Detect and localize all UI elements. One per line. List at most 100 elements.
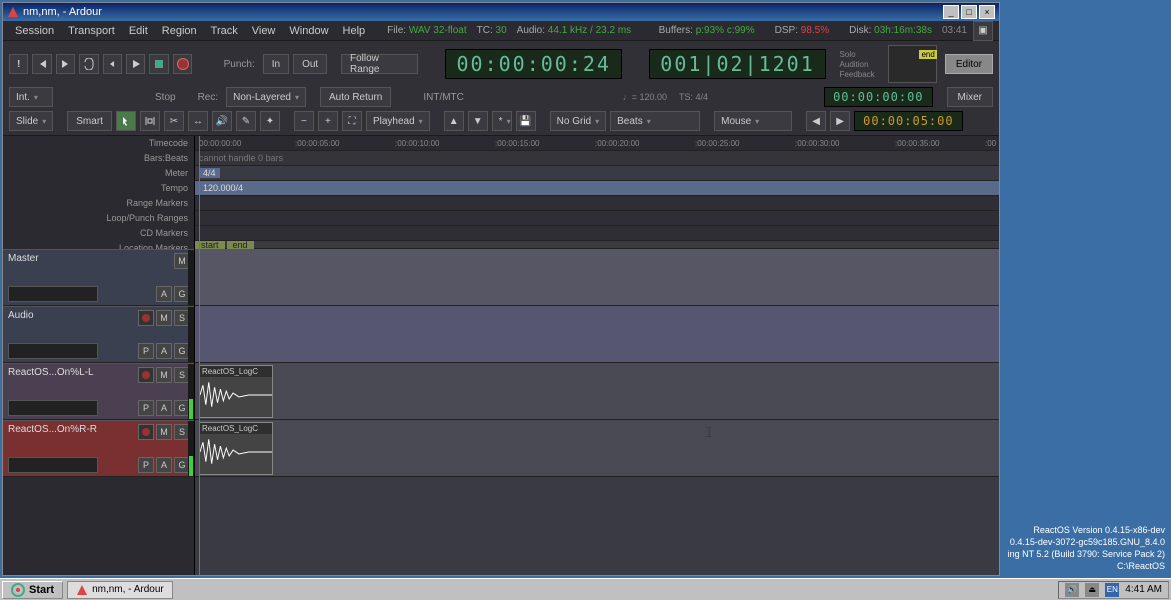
secondary-clock[interactable]: 001|02|1201 [649, 49, 825, 79]
menu-edit[interactable]: Edit [123, 23, 154, 39]
sync-source-dropdown[interactable]: Int. [9, 87, 53, 107]
snap-units-dropdown[interactable]: Beats [610, 111, 700, 131]
snap-mode-dropdown[interactable]: No Grid [550, 111, 606, 131]
play-range-button[interactable] [103, 54, 122, 74]
system-tray[interactable]: 🔊 ⏏ EN 4:41 AM [1058, 581, 1169, 599]
playlist-button[interactable]: P [138, 457, 154, 473]
timeline-canvas[interactable]: 00:00:00:00 :00:00:05:00 :00:00:10:00 :0… [195, 136, 999, 575]
automation-button[interactable]: A [156, 400, 172, 416]
ruler-meter[interactable]: 4/4 [195, 166, 999, 181]
usb-icon[interactable]: ⏏ [1085, 583, 1099, 597]
expand-tracks-button[interactable]: ▲ [444, 111, 464, 131]
ruler-range-markers[interactable] [195, 196, 999, 211]
punch-out-button[interactable]: Out [293, 54, 327, 74]
fader[interactable] [8, 457, 98, 473]
automation-button[interactable]: A [156, 286, 172, 302]
rec-enable-button[interactable] [138, 367, 154, 383]
mute-button[interactable]: M [156, 424, 172, 440]
menu-track[interactable]: Track [205, 23, 244, 39]
edit-tool-button[interactable]: ✦ [260, 111, 280, 131]
playhead[interactable] [199, 136, 200, 575]
nudge-back-button[interactable]: ◀ [806, 111, 826, 131]
rec-mode-dropdown[interactable]: Non-Layered [226, 87, 306, 107]
edit-mode-dropdown[interactable]: Slide [9, 111, 53, 131]
object-tool-button[interactable] [116, 111, 136, 131]
track-height-dropdown[interactable]: * [492, 111, 512, 131]
automation-button[interactable]: A [156, 343, 172, 359]
track-header-audio[interactable]: Audio M S P A G [3, 306, 194, 363]
auto-return-button[interactable]: Auto Return [320, 87, 391, 107]
minimize-button[interactable]: _ [943, 5, 959, 19]
taskbar-item-ardour[interactable]: nm,nm, - Ardour [67, 581, 173, 599]
nudge-forward-button[interactable]: ▶ [830, 111, 850, 131]
nudge-clock[interactable]: 00:00:05:00 [854, 111, 962, 131]
mute-button[interactable]: M [156, 367, 172, 383]
ruler-location-markers[interactable]: startend [195, 241, 999, 249]
menu-help[interactable]: Help [337, 23, 372, 39]
zoom-in-button[interactable]: + [318, 111, 338, 131]
ruler-loop-punch[interactable] [195, 211, 999, 226]
menu-transport[interactable]: Transport [62, 23, 121, 39]
cut-tool-button[interactable]: ✂ [164, 111, 184, 131]
timesig-display[interactable]: TS: 4/4 [675, 92, 712, 102]
language-indicator[interactable]: EN [1105, 583, 1119, 597]
rec-enable-button[interactable] [138, 424, 154, 440]
log-button[interactable]: ▣ [973, 21, 993, 41]
marker-end[interactable]: end [227, 241, 254, 249]
audio-region-right[interactable]: ReactOS_LogC [199, 422, 273, 475]
track-header-left[interactable]: ReactOS...On%L-L M S P A G [3, 363, 194, 420]
track-header-master[interactable]: Master M A G [3, 249, 194, 306]
stop-button[interactable] [149, 54, 168, 74]
playlist-button[interactable]: P [138, 343, 154, 359]
ruler-barsbeats[interactable]: cannot handle 0 bars [195, 151, 999, 166]
track-lane-left[interactable]: ReactOS_LogC [195, 363, 999, 420]
punch-in-button[interactable]: In [263, 54, 289, 74]
midi-panic-button[interactable]: ! [9, 54, 28, 74]
track-lane-audio[interactable] [195, 306, 999, 363]
goto-end-button[interactable] [56, 54, 75, 74]
range-tool-button[interactable] [140, 111, 160, 131]
automation-button[interactable]: A [156, 457, 172, 473]
menu-region[interactable]: Region [156, 23, 203, 39]
mini-timeline[interactable]: end [888, 45, 936, 83]
goto-start-button[interactable] [32, 54, 51, 74]
save-view-button[interactable]: 💾 [516, 111, 536, 131]
tempo-display[interactable]: ♩= 120.00 [619, 92, 671, 102]
draw-tool-button[interactable]: ✎ [236, 111, 256, 131]
stretch-tool-button[interactable]: ↔ [188, 111, 208, 131]
titlebar[interactable]: nm,nm, - Ardour _ □ × [3, 3, 999, 21]
follow-range-button[interactable]: Follow Range [341, 54, 418, 74]
track-lane-right[interactable]: ReactOS_LogC [195, 420, 999, 477]
play-button[interactable] [126, 54, 145, 74]
audio-region-left[interactable]: ReactOS_LogC [199, 365, 273, 418]
audition-tool-button[interactable]: 🔊 [212, 111, 232, 131]
ruler-timecode[interactable]: 00:00:00:00 :00:00:05:00 :00:00:10:00 :0… [195, 136, 999, 151]
record-button[interactable] [173, 54, 192, 74]
menu-view[interactable]: View [246, 23, 282, 39]
mixer-view-button[interactable]: Mixer [947, 87, 993, 107]
close-button[interactable]: × [979, 5, 995, 19]
rec-enable-button[interactable] [138, 310, 154, 326]
zoom-out-button[interactable]: − [294, 111, 314, 131]
track-header-right[interactable]: ReactOS...On%R-R M S P A G [3, 420, 194, 477]
editor-view-button[interactable]: Editor [945, 54, 993, 74]
zoom-focus-dropdown[interactable]: Playhead [366, 111, 430, 131]
fader[interactable] [8, 343, 98, 359]
volume-icon[interactable]: 🔊 [1065, 583, 1079, 597]
fader[interactable] [8, 400, 98, 416]
primary-clock[interactable]: 00:00:00:24 [445, 49, 621, 79]
mini-clock[interactable]: 00:00:00:00 [824, 87, 932, 107]
menu-window[interactable]: Window [283, 23, 334, 39]
shrink-tracks-button[interactable]: ▼ [468, 111, 488, 131]
menu-session[interactable]: Session [9, 23, 60, 39]
track-lane-master[interactable] [195, 249, 999, 306]
playlist-button[interactable]: P [138, 400, 154, 416]
tray-clock[interactable]: 4:41 AM [1125, 584, 1162, 595]
edit-point-dropdown[interactable]: Mouse [714, 111, 792, 131]
ruler-tempo[interactable]: 120.000/4 [195, 181, 999, 196]
zoom-fit-button[interactable]: ⛶ [342, 111, 362, 131]
loop-button[interactable] [79, 54, 98, 74]
fader[interactable] [8, 286, 98, 302]
ruler-cd-markers[interactable] [195, 226, 999, 241]
maximize-button[interactable]: □ [961, 5, 977, 19]
